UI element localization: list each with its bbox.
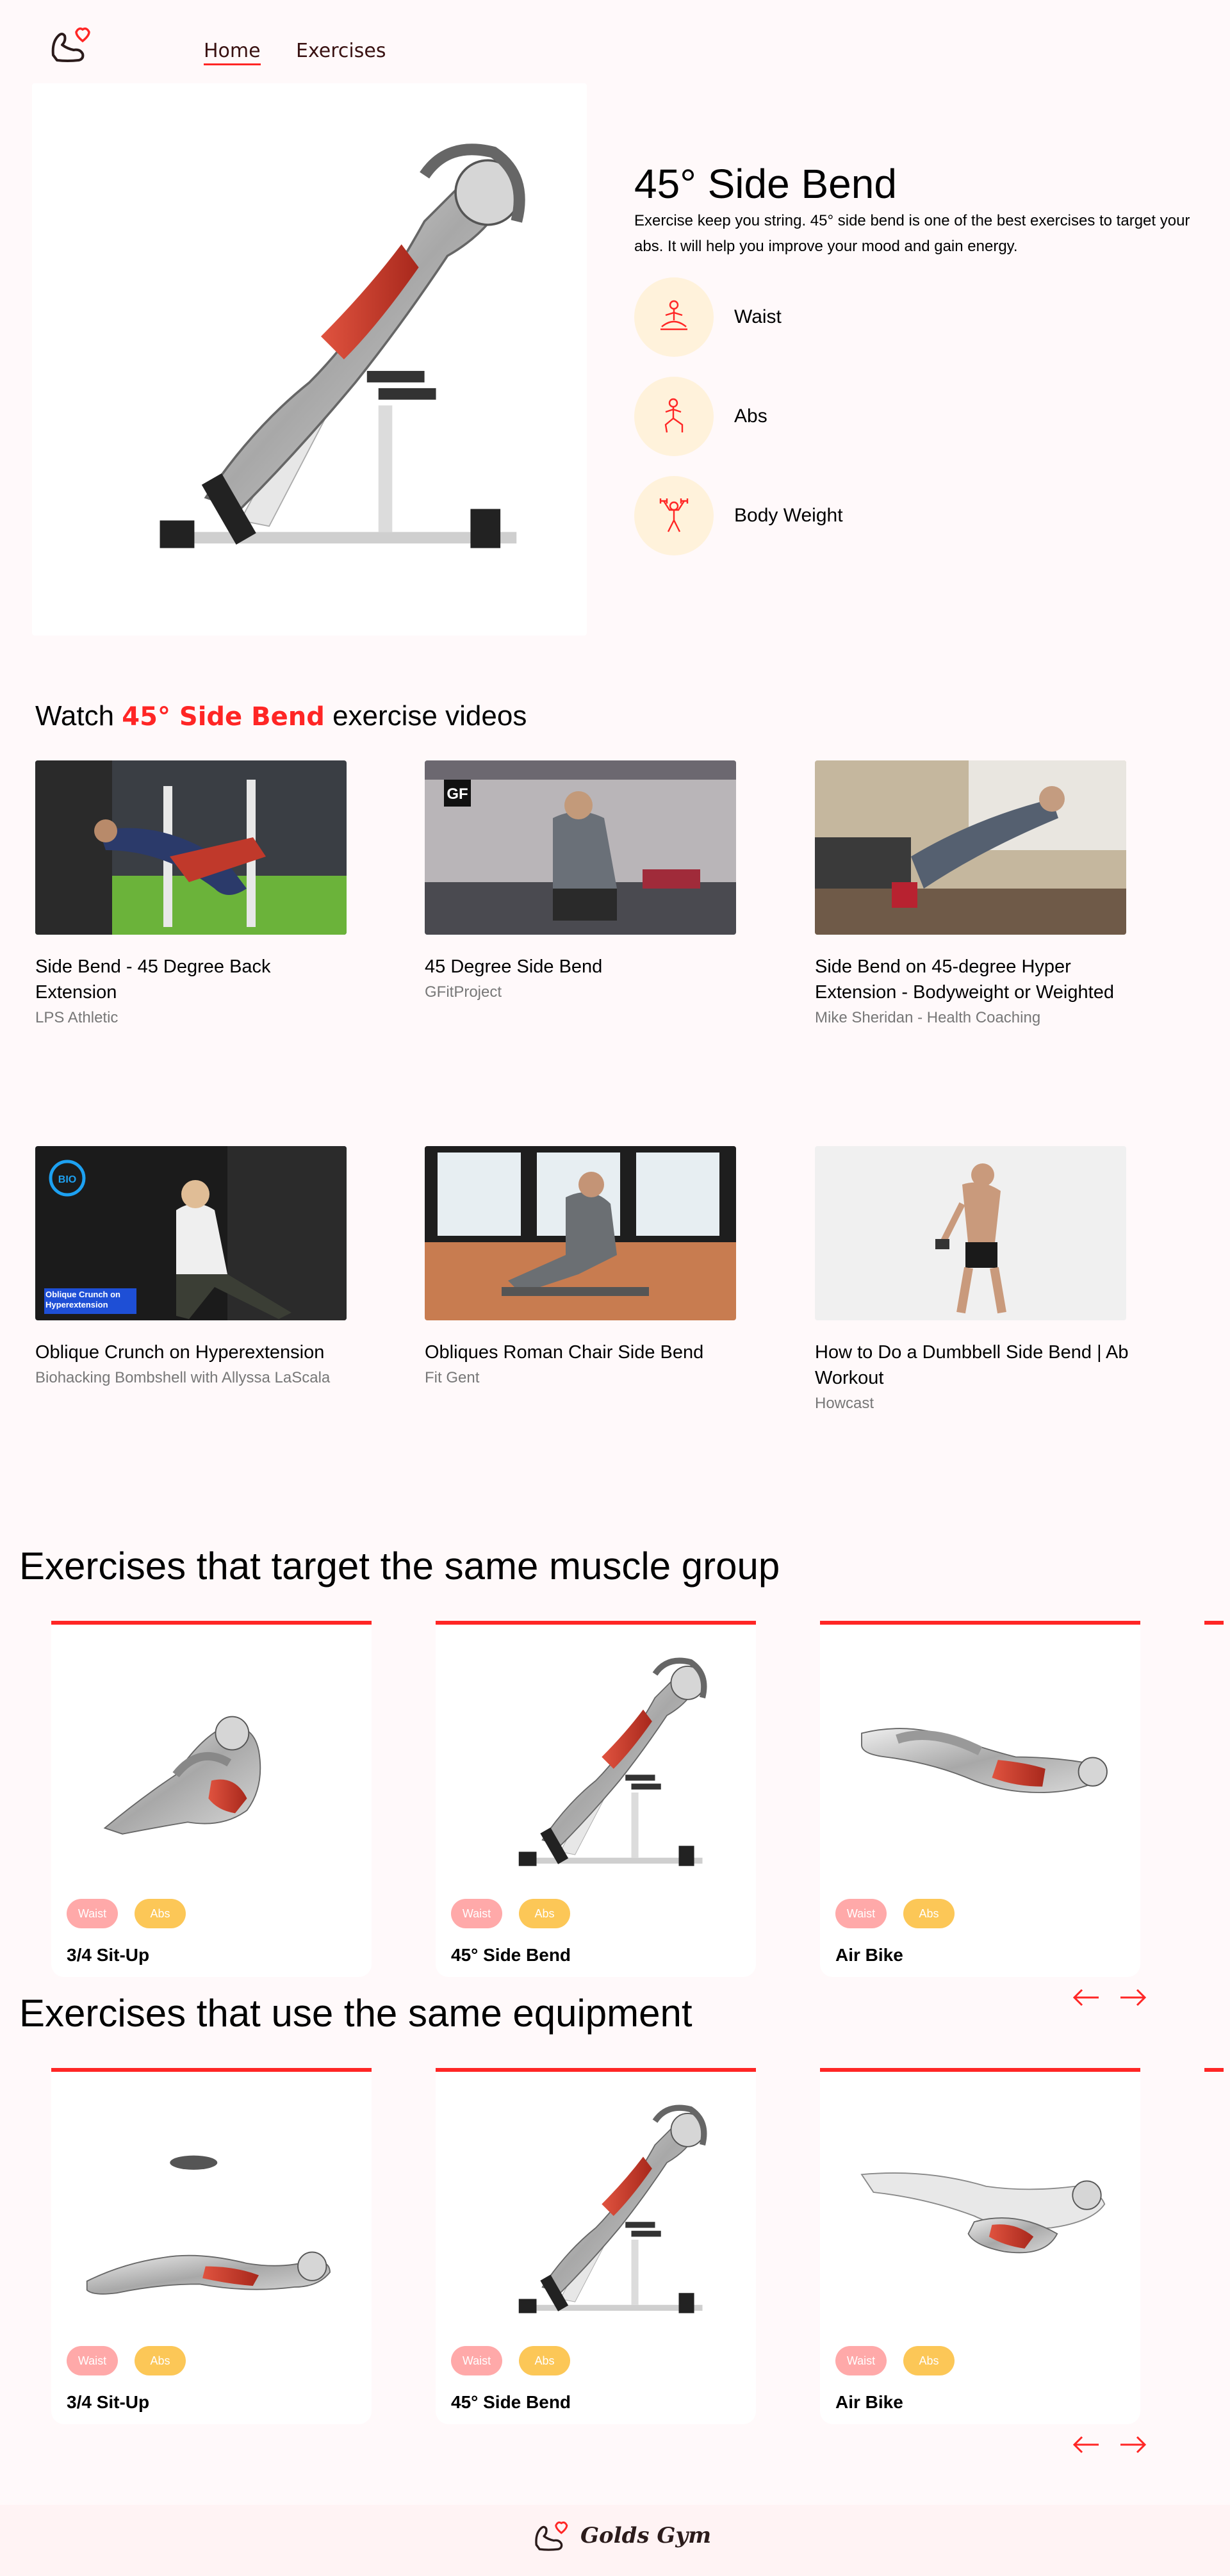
video-card[interactable]: GF 45 Degree Side Bend GFitProject <box>425 760 739 1005</box>
scroll-left-arrow-icon[interactable] <box>1072 2435 1100 2454</box>
video-title[interactable]: Side Bend on 45-degree Hyper Extension -… <box>815 954 1129 1005</box>
lunge-person-icon <box>634 377 714 456</box>
video-thumbnail[interactable] <box>35 760 347 935</box>
body-part-label: Waist <box>734 306 782 327</box>
video-title[interactable]: How to Do a Dumbbell Side Bend | Ab Work… <box>815 1340 1129 1391</box>
exercise-card-partial[interactable] <box>1204 2068 1224 2424</box>
exercise-card[interactable]: Waist Abs 3/4 Sit-Up <box>51 1621 372 1977</box>
video-channel: Howcast <box>815 1395 874 1412</box>
body-part-pill[interactable]: Waist <box>451 1899 502 1928</box>
video-caption-overlay: Oblique Crunch on Hyperextension <box>45 1290 120 1309</box>
videos-heading-prefix: Watch <box>35 700 115 732</box>
footer: Golds Gym <box>0 2505 1230 2576</box>
video-card[interactable]: Side Bend - 45 Degree Back Extension LPS… <box>35 760 349 1031</box>
exercise-illustration <box>58 1650 365 1887</box>
footer-logo[interactable]: Golds Gym <box>532 2518 711 2554</box>
body-part-pill[interactable]: Waist <box>451 2346 502 2375</box>
video-channel: Mike Sheridan - Health Coaching <box>815 1009 1041 1026</box>
exercise-card-partial[interactable] <box>1204 1621 1224 1977</box>
exercise-illustration <box>826 2097 1134 2334</box>
exercise-name: 45° Side Bend <box>634 161 897 207</box>
exercise-illustration <box>58 2097 365 2334</box>
target-pill[interactable]: Abs <box>519 1899 570 1928</box>
exercise-description: Exercise keep you string. 45° side bend … <box>634 212 1190 255</box>
exercise-illustration <box>442 1650 750 1887</box>
exercise-illustration <box>442 2097 750 2334</box>
video-card[interactable]: BIO Oblique Crunch on Hyperextension Obl… <box>35 1146 349 1391</box>
scroll-right-arrow-icon[interactable] <box>1119 1988 1147 2007</box>
body-part-pill[interactable]: Waist <box>835 1899 887 1928</box>
flexed-bicep-heart-logo <box>535 2521 568 2551</box>
dumbbell-person-icon <box>634 476 714 555</box>
target-muscle-heading: Exercises that target the same muscle gr… <box>19 1545 780 1587</box>
flexed-bicep-heart-logo[interactable] <box>48 23 94 65</box>
video-channel: Biohacking Bombshell with Allyssa LaScal… <box>35 1369 331 1386</box>
exercise-card[interactable]: Waist Abs 3/4 Sit-Up <box>51 2068 372 2424</box>
target-muscle-tag: Abs <box>634 377 1083 456</box>
footer-brand-text: Golds Gym <box>580 2523 712 2548</box>
target-muscle-label: Abs <box>734 406 767 427</box>
target-pill[interactable]: Abs <box>135 1899 186 1928</box>
video-thumbnail[interactable]: GF <box>425 760 736 935</box>
target-pill[interactable]: Abs <box>903 2346 955 2375</box>
body-part-tag: Waist <box>634 277 1083 357</box>
nav-exercises-link[interactable]: Exercises <box>296 40 386 62</box>
exercise-card[interactable]: Waist Abs Air Bike <box>820 2068 1140 2424</box>
exercise-card-name: 3/4 Sit-Up <box>67 1945 150 1965</box>
video-title[interactable]: Obliques Roman Chair Side Bend <box>425 1340 739 1365</box>
video-thumbnail[interactable]: BIO Oblique Crunch on Hyperextension <box>35 1146 347 1320</box>
video-thumbnail[interactable] <box>815 760 1126 935</box>
exercise-card[interactable]: Waist Abs 45° Side Bend <box>436 1621 756 1977</box>
channel-badge-text: GF <box>447 785 468 803</box>
videos-heading-suffix: exercise videos <box>332 700 527 732</box>
meditating-person-icon <box>634 277 714 357</box>
exercise-gif <box>32 83 587 636</box>
video-card[interactable]: How to Do a Dumbbell Side Bend | Ab Work… <box>815 1146 1129 1416</box>
exercise-card[interactable]: Waist Abs 45° Side Bend <box>436 2068 756 2424</box>
equipment-tag: Body Weight <box>634 476 1083 555</box>
equipment-heading: Exercises that use the same equipment <box>19 1992 693 2035</box>
equipment-label: Body Weight <box>734 505 843 526</box>
body-part-pill[interactable]: Waist <box>835 2346 887 2375</box>
video-card[interactable]: Side Bend on 45-degree Hyper Extension -… <box>815 760 1129 1031</box>
target-pill[interactable]: Abs <box>903 1899 955 1928</box>
videos-heading: Watch 45° Side Bend exercise videos <box>35 700 527 732</box>
exercise-card-name: Air Bike <box>835 1945 903 1965</box>
channel-badge-text: BIO <box>58 1174 76 1185</box>
exercise-card-name: 3/4 Sit-Up <box>67 2392 150 2412</box>
videos-heading-highlight: 45° Side Bend <box>122 702 325 732</box>
video-title[interactable]: 45 Degree Side Bend <box>425 954 739 980</box>
exercise-card-name: Air Bike <box>835 2392 903 2412</box>
target-pill[interactable]: Abs <box>135 2346 186 2375</box>
navbar: Home Exercises <box>0 0 1230 77</box>
video-card[interactable]: Obliques Roman Chair Side Bend Fit Gent <box>425 1146 739 1391</box>
body-part-pill[interactable]: Waist <box>67 1899 118 1928</box>
scroll-right-arrow-icon[interactable] <box>1119 2435 1147 2454</box>
video-title[interactable]: Oblique Crunch on Hyperextension <box>35 1340 349 1365</box>
video-thumbnail[interactable] <box>425 1146 736 1320</box>
exercise-illustration <box>826 1650 1134 1887</box>
exercise-card-name: 45° Side Bend <box>451 2392 571 2412</box>
nav-home-link[interactable]: Home <box>204 40 261 65</box>
video-channel: GFitProject <box>425 983 502 1001</box>
video-channel: Fit Gent <box>425 1369 480 1386</box>
video-channel: LPS Athletic <box>35 1009 119 1026</box>
exercise-card-name: 45° Side Bend <box>451 1945 571 1965</box>
scroll-left-arrow-icon[interactable] <box>1072 1988 1100 2007</box>
exercise-card[interactable]: Waist Abs Air Bike <box>820 1621 1140 1977</box>
side-bend-illustration <box>32 83 587 636</box>
video-thumbnail[interactable] <box>815 1146 1126 1320</box>
target-pill[interactable]: Abs <box>519 2346 570 2375</box>
body-part-pill[interactable]: Waist <box>67 2346 118 2375</box>
video-title[interactable]: Side Bend - 45 Degree Back Extension <box>35 954 349 1005</box>
